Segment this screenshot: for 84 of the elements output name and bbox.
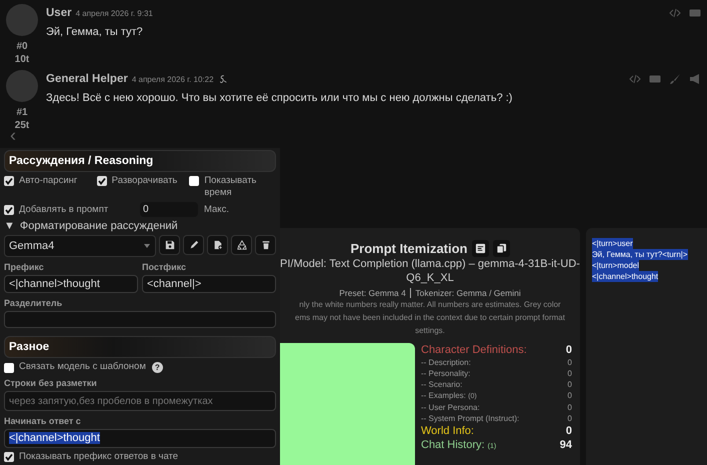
preset-info: Preset: Gemma 4 (339, 288, 406, 298)
section-toggle[interactable]: ▼ Форматирование рассуждений (4, 220, 276, 232)
author-name: User (46, 7, 72, 19)
copy-button[interactable] (492, 240, 510, 257)
field-label: Постфикс (142, 262, 188, 272)
item-label: -- Scenario: (421, 379, 462, 390)
model-info: PI/Model: Text Completion (llama.cpp) – gemma-4-31B-it-UD- (280, 257, 580, 271)
avatar (6, 70, 38, 102)
pencil-icon (188, 240, 198, 250)
item-value: 94 (560, 439, 572, 451)
separator-field[interactable] (4, 311, 276, 328)
brush-icon (669, 73, 681, 85)
item-value: 0 (568, 368, 572, 379)
checkbox-label: Показывать время (204, 175, 258, 199)
token-count: 25t (14, 119, 30, 132)
prefix-field[interactable]: <|channel>thought (4, 275, 138, 293)
copy-icon (496, 243, 506, 254)
message-date: 4 апреля 2026 г. 10:22 (132, 74, 214, 84)
reply-prefix-field[interactable]: <|channel>thought (4, 428, 276, 448)
preset-select[interactable]: Gemma4 (4, 235, 156, 257)
trash-icon (260, 240, 270, 250)
item-label: World Info: (421, 425, 474, 437)
delete-button[interactable] (255, 235, 276, 255)
field-label: Префикс (4, 262, 45, 272)
section-header: Рассуждения / Reasoning (4, 150, 276, 172)
item-value: 0 (568, 402, 572, 413)
token-count: 10t (14, 53, 30, 66)
floppy-icon (164, 240, 174, 250)
checkbox[interactable] (4, 362, 14, 373)
message-index: #0 (16, 40, 28, 53)
megaphone-icon (689, 73, 701, 85)
author-name: General Helper (46, 73, 128, 85)
number-field[interactable]: 0 (140, 202, 198, 217)
view-button[interactable] (472, 240, 488, 257)
help-icon[interactable]: ? (152, 362, 163, 373)
message-text: Эй, Гемма, ты тут? (46, 26, 144, 38)
tokenizer-info: Tokenizer: Gemma / Gemini (415, 288, 521, 298)
squiggle-icon (218, 74, 228, 84)
restore-button[interactable] (231, 235, 252, 255)
checkbox-label: Авто-парсинг (19, 175, 78, 187)
field-label: Разделитель (4, 298, 64, 308)
field-label: Начинать ответ с (4, 416, 82, 426)
checkbox[interactable] (189, 176, 200, 186)
item-label: Character Definitions: (421, 344, 527, 356)
item-label: -- System Prompt (Instruct): (421, 413, 520, 424)
checkbox-label: Связать модель с шаблоном (19, 361, 146, 374)
checkbox[interactable] (4, 176, 14, 186)
item-value: 0 (568, 357, 572, 368)
item-value: 0 (568, 379, 572, 390)
file-plus-icon (212, 240, 222, 250)
item-label: -- Description: (421, 357, 471, 368)
note-text: ems may not have been included in the context due to certain prompt format (295, 312, 565, 324)
checkbox-label: Показывать префикс ответов в чате (19, 450, 178, 463)
checkbox[interactable] (96, 176, 107, 186)
text-field[interactable]: через запятую,без пробелов в промежутках (4, 391, 276, 411)
document-icon (474, 243, 486, 254)
avatar (6, 4, 38, 36)
field-label: Макс. (204, 204, 229, 216)
message-index: #1 (16, 106, 28, 119)
item-value: 0 (568, 413, 572, 424)
item-value: 0 (566, 344, 572, 356)
item-label: -- User Persona: (421, 402, 480, 413)
checkbox-label: Разворачивать (112, 175, 178, 187)
item-label: -- Personality: (421, 368, 470, 379)
model-info: Q6_K_XL (406, 271, 454, 285)
code-icon (669, 7, 681, 19)
checkbox-label: Добавлять в промпт (19, 204, 108, 216)
edit-button[interactable] (183, 235, 204, 255)
note-text: settings. (415, 325, 445, 337)
code-icon (629, 73, 641, 85)
item-value: 0 (566, 425, 572, 437)
item-value: 0 (568, 390, 572, 401)
caret-icon (143, 242, 151, 250)
import-button[interactable] (207, 235, 228, 255)
field-label: Строки без разметки (4, 378, 98, 388)
section-header: Разное (4, 336, 276, 358)
save-button[interactable] (159, 235, 180, 255)
checkbox[interactable] (4, 452, 14, 462)
message-text: Здесь! Всё с нею хорошо. Что вы хотите её спросить или что мы с нею должны сделать? :) (46, 92, 514, 104)
postfix-field[interactable]: <channel|> (142, 275, 276, 293)
note-text: nly the white numbers really matter. All numbers are estimates. Grey color (299, 299, 561, 311)
message-date: 4 апреля 2026 г. 9:31 (76, 8, 153, 18)
checkbox[interactable] (4, 204, 14, 214)
panel-title: Prompt Itemization (350, 241, 468, 256)
